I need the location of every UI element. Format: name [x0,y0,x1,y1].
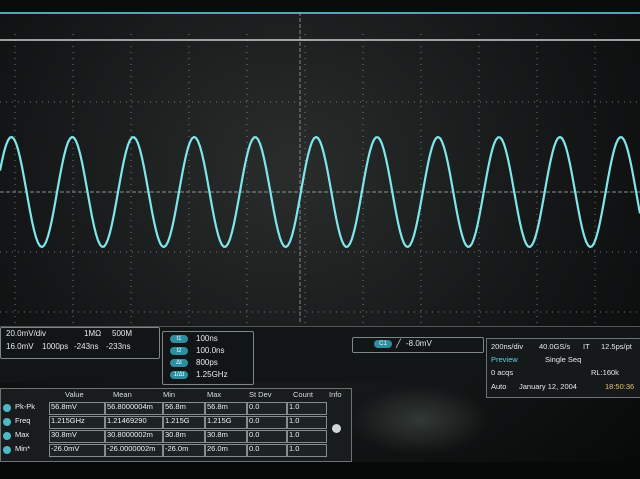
col-header-value: Value [65,390,84,399]
cell-value: 1.215GHz [51,416,85,425]
col-header-count: Count [293,390,314,399]
cell-count: 1.0 [289,430,300,439]
cursor-dt-label: Δt [170,359,188,367]
cell-name: Max [15,430,30,439]
col-header-mean: Mean [113,390,132,399]
cell-value: 56.8mV [51,402,77,411]
cursor-freq-label: 1/Δt [170,371,188,379]
cursor-dt: 800ps [196,358,218,367]
cell-stdev: 0.0 [249,402,260,411]
preview-label: Preview [491,355,518,364]
acq-mode: IT [583,342,590,351]
cell-max: 26.0m [207,444,228,453]
cell-name: Pk-Pk [15,402,36,411]
channel-offset: 16.0mV [6,342,34,351]
oscilloscope-screen: 20.0mV/div 1MΩ 500M 16.0mV 1000ps -243ns… [0,0,640,479]
table-row[interactable]: Pk-Pk 56.8mV 56.8000004m 56.8m 56.8m 0.0 1.0 [1,401,351,415]
cell-min: 1.215G [165,416,190,425]
cell-mean: -26.0000002m [107,444,156,453]
cell-max: 1.215G [207,416,232,425]
cursor-t2-label: t2 [170,347,188,355]
measurement-source-icon [3,432,11,440]
table-row[interactable]: Freq 1.215GHz 1.21469290 1.215G 1.215G 0.0 1.0 [1,415,351,429]
cell-mean: 30.8000002m [107,430,153,439]
table-row[interactable]: Min* -26.0mV -26.0000002m -26.0m 26.0m 0.0 1.0 [1,443,351,457]
acq-count: 0 acqs [491,368,514,377]
col-header-min: Min [163,390,176,399]
screen-glare [350,385,490,455]
measurement-table[interactable]: Value Mean Min Max St Dev Count Info Pk-… [0,388,352,462]
time: 18:50:36 [605,382,635,391]
cell-count: 1.0 [289,402,300,411]
graticule [0,12,640,324]
cursor-t1-label: t1 [170,335,188,343]
cell-stdev: 0.0 [249,444,260,453]
channel-delay-c: -233ns [106,342,131,351]
col-header-max: Max [207,390,222,399]
trigger-source: C1 [374,340,392,348]
cell-name: Min* [15,444,31,453]
cell-value: 30.8mV [51,430,77,439]
col-header-stdev: St Dev [249,390,272,399]
acquisition-panel[interactable]: 200ns/div 40.0GS/s IT 12.5ps/pt Preview … [486,338,640,398]
trigger-level: -8.0mV [406,339,432,348]
cell-max: 30.8m [207,430,228,439]
waveform-display[interactable] [0,12,640,324]
date: January 12, 2004 [519,382,577,391]
trigger-slope-icon: ╱ [396,339,401,348]
channel-scale: 20.0mV/div [6,329,47,338]
seq-mode: Single Seq [545,355,582,364]
cell-stdev: 0.0 [249,416,260,425]
cell-max: 56.8m [207,402,228,411]
cell-mean: 56.8000004m [107,402,153,411]
channel-impedance: 1MΩ [84,329,102,338]
cell-count: 1.0 [289,416,300,425]
channel-delay-a: 1000ps [42,342,69,351]
resolution: 12.5ps/pt [601,342,632,351]
col-header-info: Info [329,390,342,399]
measurement-source-icon [3,404,11,412]
bezel-bottom [0,462,640,479]
cell-min: -26.0m [165,444,189,453]
record-length: RL:160k [591,368,619,377]
cursor-t1: 100ns [196,334,218,343]
cell-value: -26.0mV [51,444,80,453]
cell-min: 56.8m [165,402,186,411]
cell-min: 30.8m [165,430,186,439]
cell-count: 1.0 [289,444,300,453]
cell-name: Freq [15,416,31,425]
cursor-t2: 100.0ns [196,346,225,355]
timebase: 200ns/div [491,342,524,351]
trigger-mode: Auto [491,382,507,391]
cell-mean: 1.21469290 [107,416,147,425]
measurement-source-icon [3,446,11,454]
channel-bandwidth: 500M [112,329,133,338]
cell-stdev: 0.0 [249,430,260,439]
sample-rate: 40.0GS/s [539,342,571,351]
table-row[interactable]: Max 30.8mV 30.8000002m 30.8m 30.8m 0.0 1.0 [1,429,351,443]
cursor-freq: 1.25GHz [196,370,228,379]
channel-delay-b: -243ns [74,342,99,351]
measurement-source-icon [3,418,11,426]
info-button[interactable] [332,424,341,433]
